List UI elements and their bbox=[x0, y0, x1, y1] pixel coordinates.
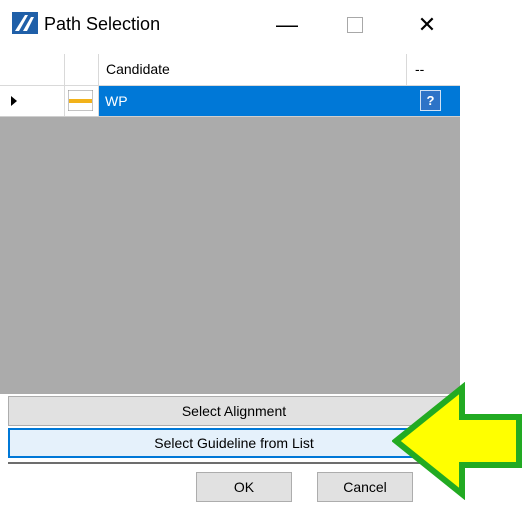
maximize-button[interactable] bbox=[332, 8, 378, 42]
candidate-grid: Candidate -- WP ? bbox=[0, 54, 460, 394]
header-row-selector bbox=[0, 54, 65, 85]
grid-header: Candidate -- bbox=[0, 54, 460, 86]
road-logo-icon bbox=[12, 12, 38, 34]
title-bar: Path Selection — ✕ bbox=[0, 0, 460, 50]
line-style-icon bbox=[68, 90, 93, 111]
callout-arrow-icon bbox=[392, 382, 522, 500]
maximize-icon bbox=[347, 17, 363, 33]
header-icon-column bbox=[65, 54, 99, 85]
help-cell: ? bbox=[407, 86, 460, 116]
row-icon-cell bbox=[65, 86, 99, 116]
row-pointer-icon bbox=[11, 96, 17, 106]
candidate-cell[interactable]: WP bbox=[99, 86, 407, 116]
table-row[interactable]: WP ? bbox=[0, 86, 460, 117]
close-button[interactable]: ✕ bbox=[404, 8, 450, 42]
header-candidate[interactable]: Candidate bbox=[99, 54, 407, 85]
help-button[interactable]: ? bbox=[420, 90, 441, 111]
ok-button[interactable]: OK bbox=[196, 472, 292, 502]
row-selector[interactable] bbox=[0, 86, 65, 116]
window-title: Path Selection bbox=[44, 14, 161, 34]
minimize-button[interactable]: — bbox=[264, 8, 310, 42]
header-help-column[interactable]: -- bbox=[407, 54, 460, 85]
